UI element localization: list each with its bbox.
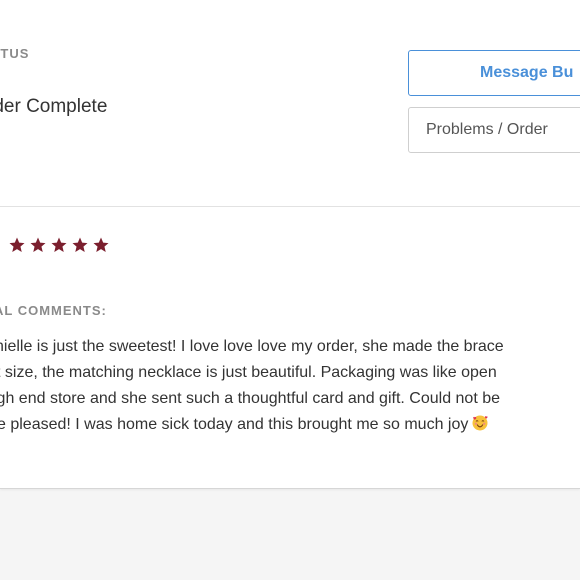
star-icon xyxy=(72,237,88,252)
star-icon xyxy=(93,237,109,252)
star-rating xyxy=(8,236,110,254)
order-status-value: rder Complete xyxy=(0,96,108,117)
star-icon xyxy=(30,237,46,252)
smiling-face-with-hearts-icon xyxy=(472,415,488,431)
order-review-card: ATUS rder Complete Message Bu Problems /… xyxy=(0,0,580,489)
comment-line: t size, the matching necklace is just be… xyxy=(0,364,497,381)
order-status-label: ATUS xyxy=(0,46,30,61)
problems-order-button[interactable]: Problems / Order xyxy=(408,107,580,153)
comment-line-text: e pleased! I was home sick today and thi… xyxy=(0,416,469,433)
comments-label: AL COMMENTS: xyxy=(0,303,107,318)
comment-line: nielle is just the sweetest! I love love… xyxy=(0,338,504,355)
section-divider xyxy=(0,206,580,207)
message-buyer-button[interactable]: Message Bu xyxy=(408,50,580,96)
comment-line: igh end store and she sent such a though… xyxy=(0,390,501,407)
star-icon xyxy=(51,237,67,252)
star-icon xyxy=(9,237,25,252)
review-comment: nielle is just the sweetest! I love love… xyxy=(0,334,580,438)
comment-line-last: e pleased! I was home sick today and thi… xyxy=(0,412,580,438)
